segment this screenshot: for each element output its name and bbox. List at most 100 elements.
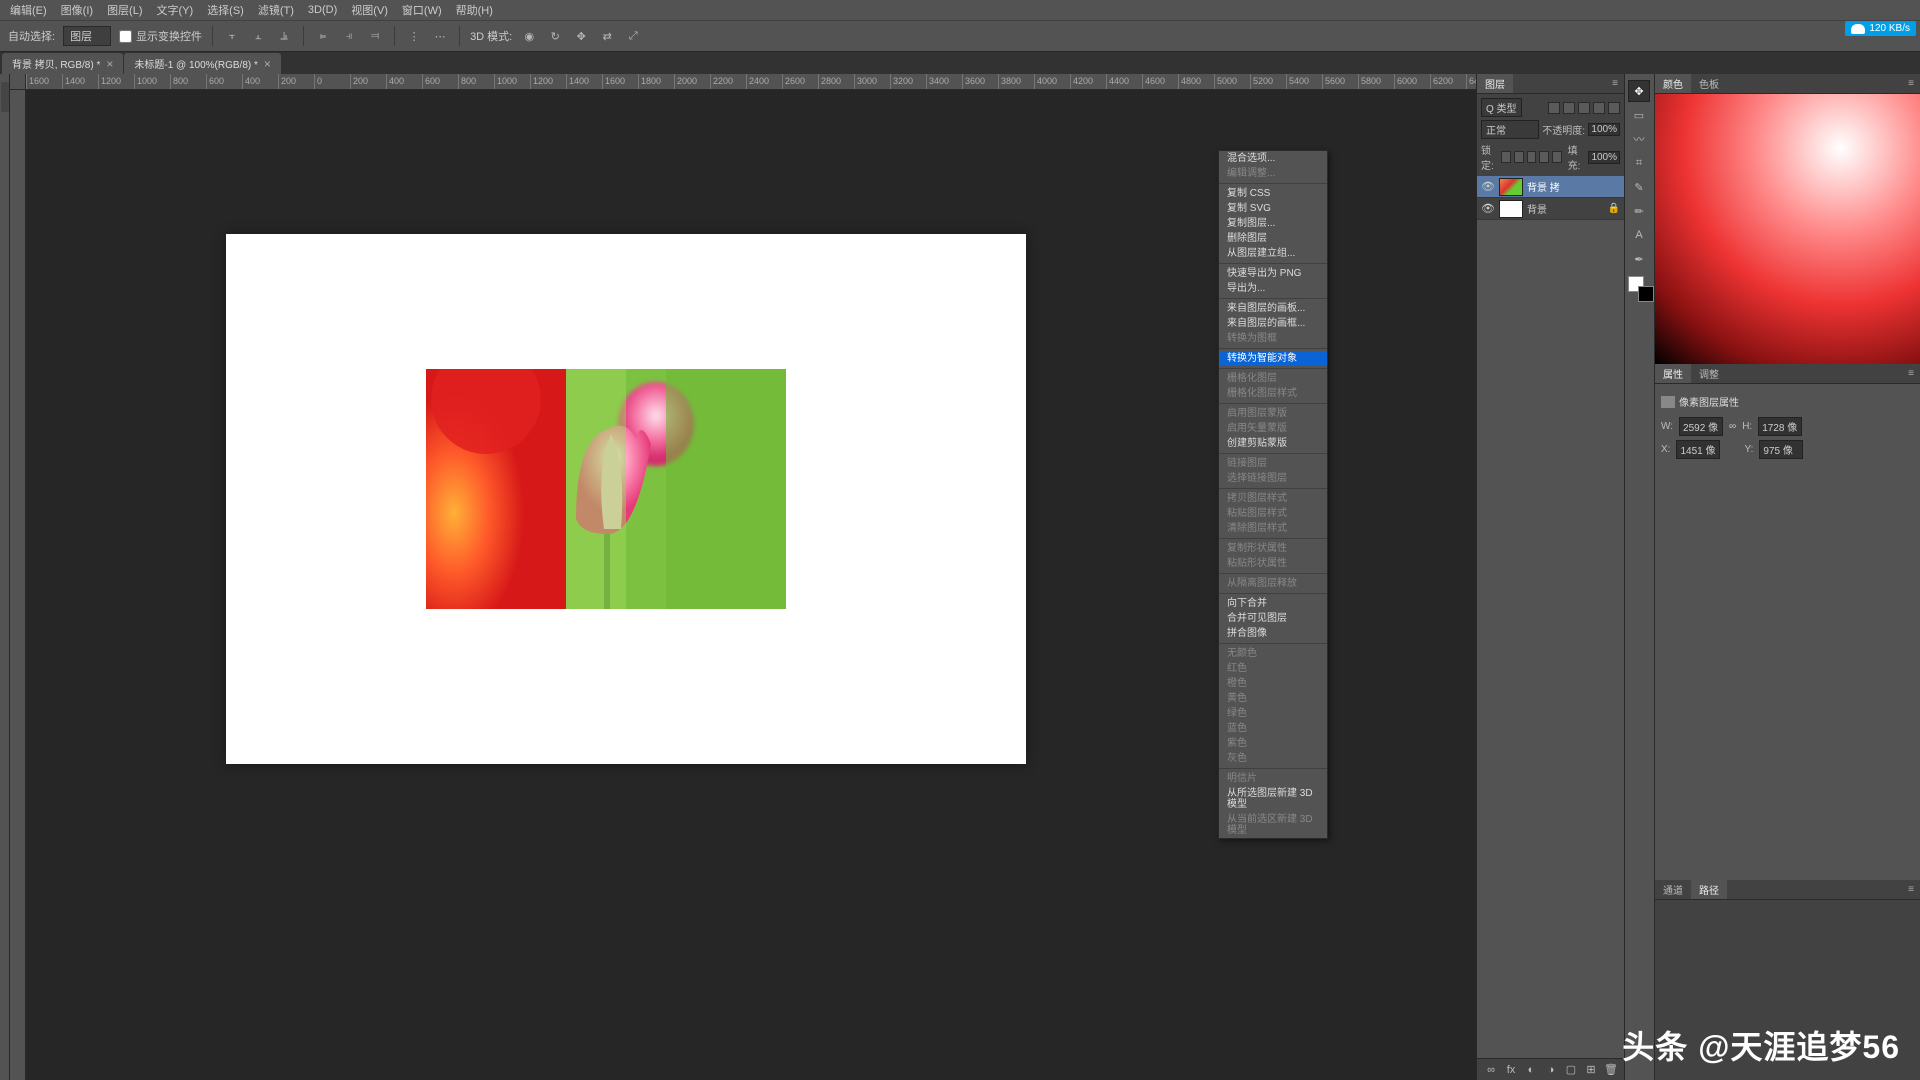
tab-layers[interactable]: 图层	[1477, 74, 1513, 93]
color-swatches[interactable]	[1628, 276, 1654, 302]
context-menu-item[interactable]: 复制 CSS	[1219, 186, 1327, 201]
color-picker-field[interactable]	[1655, 94, 1920, 364]
context-menu-item[interactable]: 创建剪贴蒙版	[1219, 436, 1327, 451]
canvas-document[interactable]	[226, 234, 1026, 764]
layer-name[interactable]: 背景	[1527, 201, 1547, 216]
crop-tool-icon[interactable]: ⌗	[1628, 152, 1650, 174]
align-top-icon[interactable]: ⫢	[314, 27, 332, 45]
lasso-tool-icon[interactable]: 〰	[1628, 128, 1650, 150]
x-value[interactable]: 1451 像	[1676, 440, 1720, 459]
tab-adjustments[interactable]: 调整	[1691, 364, 1727, 383]
context-menu-item[interactable]: 来自图层的画框...	[1219, 316, 1327, 331]
tab-swatches[interactable]: 色板	[1691, 74, 1727, 93]
3d-pan-icon[interactable]: ✥	[572, 27, 590, 45]
3d-roll-icon[interactable]: ↻	[546, 27, 564, 45]
layer-mask-icon[interactable]: ◐	[1524, 1063, 1538, 1077]
placed-image[interactable]	[426, 369, 786, 609]
align-bottom-icon[interactable]: ⫤	[366, 27, 384, 45]
more-align-icon[interactable]: ⋯	[431, 27, 449, 45]
ruler-corner[interactable]	[10, 74, 26, 90]
context-menu-item[interactable]: 拼合图像	[1219, 626, 1327, 641]
visibility-eye-icon[interactable]: 👁	[1481, 180, 1495, 193]
context-menu-item[interactable]: 混合选项...	[1219, 151, 1327, 166]
layer-thumbnail[interactable]	[1499, 200, 1523, 218]
3d-scale-icon[interactable]: ⤢	[624, 27, 642, 45]
brush-tool-icon[interactable]: ✏	[1628, 200, 1650, 222]
eyedropper-tool-icon[interactable]: ✎	[1628, 176, 1650, 198]
height-value[interactable]: 1728 像	[1758, 417, 1802, 436]
blend-mode-dropdown[interactable]: 正常	[1481, 120, 1539, 139]
align-center-h-icon[interactable]: ⫠	[249, 27, 267, 45]
context-menu-item[interactable]: 复制 SVG	[1219, 201, 1327, 216]
context-menu-item[interactable]: 导出为...	[1219, 281, 1327, 296]
new-group-icon[interactable]: ▢	[1564, 1063, 1578, 1077]
menu-help[interactable]: 帮助(H)	[450, 0, 499, 20]
background-swatch[interactable]	[1638, 286, 1654, 302]
align-right-icon[interactable]: ⫡	[275, 27, 293, 45]
menu-window[interactable]: 窗口(W)	[396, 0, 448, 20]
cloud-sync-badge[interactable]: 120 KB/s	[1845, 21, 1916, 36]
auto-select-dropdown[interactable]: 图层	[63, 26, 111, 46]
menu-3d[interactable]: 3D(D)	[302, 2, 343, 18]
context-menu-item[interactable]: 快速导出为 PNG	[1219, 266, 1327, 281]
panel-menu-icon[interactable]: ≡	[1606, 78, 1624, 89]
opacity-value[interactable]: 100%	[1588, 123, 1620, 136]
menu-image[interactable]: 图像(I)	[55, 0, 99, 20]
menu-edit[interactable]: 编辑(E)	[4, 0, 53, 20]
context-menu-item[interactable]: 从图层建立组...	[1219, 246, 1327, 261]
tool-expand-grip[interactable]	[1, 82, 9, 112]
filter-pixel-icon[interactable]	[1548, 102, 1560, 114]
menu-select[interactable]: 选择(S)	[201, 0, 250, 20]
filter-smart-icon[interactable]	[1608, 102, 1620, 114]
layer-row[interactable]: 👁 背景 拷	[1477, 176, 1624, 198]
context-menu-item[interactable]: 合并可见图层	[1219, 611, 1327, 626]
lock-artboard-icon[interactable]	[1539, 151, 1549, 163]
filter-type-icon[interactable]	[1578, 102, 1590, 114]
document-tab-1[interactable]: 背景 拷贝, RGB/8) * ×	[2, 53, 123, 74]
context-menu-item[interactable]: 复制图层...	[1219, 216, 1327, 231]
link-layers-icon[interactable]: ∞	[1484, 1063, 1498, 1077]
panel-menu-icon[interactable]: ≡	[1902, 368, 1920, 379]
filter-adjust-icon[interactable]	[1563, 102, 1575, 114]
show-transform-checkbox[interactable]: 显示变换控件	[119, 28, 202, 44]
tab-color[interactable]: 颜色	[1655, 74, 1691, 93]
visibility-eye-icon[interactable]: 👁	[1481, 202, 1495, 215]
panel-menu-icon[interactable]: ≡	[1902, 78, 1920, 89]
context-menu-item[interactable]: 向下合并	[1219, 596, 1327, 611]
link-wh-icon[interactable]: ∞	[1729, 421, 1736, 432]
new-adjustment-icon[interactable]: ◑	[1544, 1063, 1558, 1077]
layer-fx-icon[interactable]: fx	[1504, 1063, 1518, 1077]
layer-thumbnail[interactable]	[1499, 178, 1523, 196]
distribute-h-icon[interactable]: ⋮	[405, 27, 423, 45]
menu-layer[interactable]: 图层(L)	[101, 0, 148, 20]
context-menu-item[interactable]: 删除图层	[1219, 231, 1327, 246]
context-menu-item[interactable]: 来自图层的画板...	[1219, 301, 1327, 316]
new-layer-icon[interactable]: ⊞	[1584, 1063, 1598, 1077]
3d-slide-icon[interactable]: ⇄	[598, 27, 616, 45]
tab-properties[interactable]: 属性	[1655, 364, 1691, 383]
align-left-icon[interactable]: ⫟	[223, 27, 241, 45]
lock-icon[interactable]: 🔒	[1608, 203, 1620, 214]
lock-pixels-icon[interactable]	[1514, 151, 1524, 163]
layer-row[interactable]: 👁 背景 🔒	[1477, 198, 1624, 220]
layer-kind-filter[interactable]: Q 类型	[1481, 98, 1522, 117]
marquee-tool-icon[interactable]: ▭	[1628, 104, 1650, 126]
fill-value[interactable]: 100%	[1588, 151, 1620, 164]
tab-channels[interactable]: 通道	[1655, 880, 1691, 899]
ruler-vertical[interactable]	[10, 90, 26, 1080]
close-icon[interactable]: ×	[106, 57, 113, 71]
layer-name[interactable]: 背景 拷	[1527, 179, 1560, 194]
lock-all-icon[interactable]	[1552, 151, 1562, 163]
ruler-horizontal[interactable]: 1600140012001000800600400200020040060080…	[26, 74, 1476, 90]
lock-transparent-icon[interactable]	[1501, 151, 1511, 163]
panel-menu-icon[interactable]: ≡	[1902, 884, 1920, 895]
menu-view[interactable]: 视图(V)	[345, 0, 394, 20]
context-menu-item[interactable]: 从所选图层新建 3D 模型	[1219, 786, 1327, 812]
document-tab-2[interactable]: 未标题-1 @ 100%(RGB/8) * ×	[124, 53, 281, 74]
3d-orbit-icon[interactable]: ◉	[520, 27, 538, 45]
type-tool-icon[interactable]: A	[1628, 224, 1650, 246]
context-menu-item[interactable]: 转换为智能对象	[1219, 351, 1327, 366]
y-value[interactable]: 975 像	[1759, 440, 1803, 459]
align-middle-icon[interactable]: ⫣	[340, 27, 358, 45]
tab-paths[interactable]: 路径	[1691, 880, 1727, 899]
